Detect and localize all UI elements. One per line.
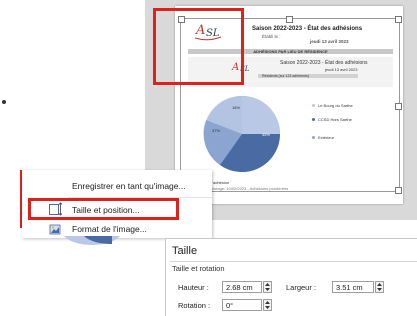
embedded-title: Saison 2022-2023 - État des adhésions (280, 60, 368, 66)
spin-down-icon[interactable] (264, 305, 271, 310)
document-title: Saison 2022-2023 - État des adhésions (252, 26, 363, 32)
size-rotation-section-label: Taille et rotation (172, 264, 225, 273)
rotation-label: Rotation : (178, 301, 211, 310)
logo-highlight-box (153, 8, 244, 85)
spin-down-icon[interactable] (376, 287, 383, 292)
document-subtitle: Établi le : (262, 34, 281, 39)
legend-label-2: CCSD Hors Sarthe (318, 117, 352, 122)
rotation-input[interactable]: 0° (222, 299, 262, 311)
size-panel-heading: Taille (172, 245, 198, 257)
doc-footer-line-2: Seuil pilotage: 10/02/2023 - Adhésions p… (200, 186, 289, 191)
pie-chart (200, 92, 285, 177)
rotation-spinner[interactable] (263, 299, 272, 311)
legend-swatch-3 (312, 136, 315, 139)
resize-handle-bottom-right[interactable] (395, 187, 402, 194)
pie-label-2: 18% (232, 105, 241, 110)
menu-highlight-box (28, 198, 179, 220)
pie-slice-light (242, 96, 280, 134)
width-input[interactable]: 3.51 cm (332, 281, 374, 293)
document-date: jeudi 13 avril 2023 (310, 39, 349, 44)
embedded-row-text: Résidents (sur 123 adhérents) (262, 74, 310, 78)
height-label: Hauteur : (178, 283, 209, 292)
menu-item-save-as-picture-label: Enregistrer en tant qu'image... (72, 181, 186, 191)
height-input[interactable]: 2.68 cm (222, 281, 262, 293)
legend-label-3: Extérieur (318, 135, 335, 140)
bullet-marker (2, 100, 6, 104)
legend-swatch-2 (312, 118, 315, 121)
pie-label-1: 37% (212, 128, 221, 133)
pie-label-3: 45% (262, 132, 271, 137)
legend-swatch-1 (312, 104, 315, 107)
pie-fragment (62, 236, 122, 250)
legend-label-1: Le Bourg du Sarthe (318, 103, 353, 108)
width-spinner[interactable] (375, 281, 384, 293)
height-spinner[interactable] (263, 281, 272, 293)
width-label: Largeur : (286, 283, 317, 292)
menu-item-format-picture-label: Format de l'image... (72, 224, 147, 234)
embedded-date: jeudi 13 avril 2023 (325, 67, 358, 72)
spin-down-icon[interactable] (264, 287, 271, 292)
resize-handle-top-right[interactable] (395, 16, 402, 23)
panel-divider (170, 261, 417, 262)
resize-handle-top[interactable] (286, 16, 293, 23)
resize-handle-right[interactable] (395, 103, 402, 110)
format-picture-icon (48, 222, 62, 236)
